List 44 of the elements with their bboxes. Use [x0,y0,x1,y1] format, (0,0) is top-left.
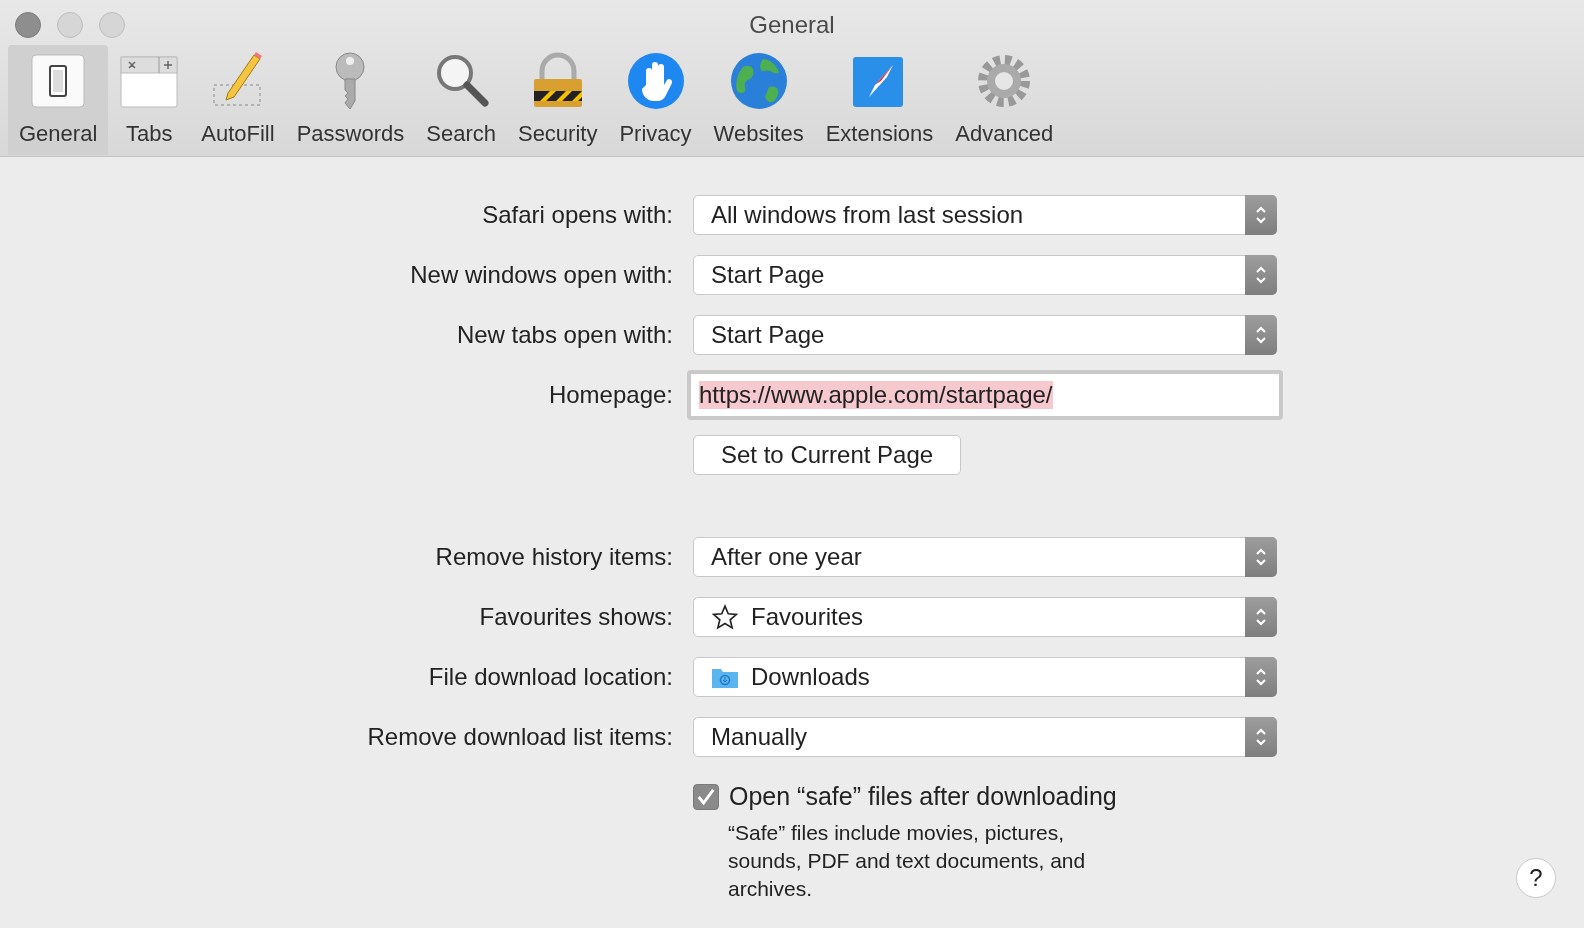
toolbar-tab[interactable]: Security [506,45,609,155]
toolbar-tab[interactable]: Advanced [944,45,1065,155]
toolbar-tab[interactable]: Extensions [814,45,945,155]
setting-label: New tabs open with: [455,321,673,349]
chevron-icon [1245,597,1277,637]
toolbar-tab[interactable]: Privacy [608,45,703,155]
setting-label: Homepage: [547,381,673,409]
popup-menu[interactable]: After one year [693,537,1277,577]
toolbar-tab[interactable]: AutoFill [190,45,286,155]
setting-label: Favourites shows: [478,603,673,631]
star-icon [711,604,739,630]
setting-label: Remove download list items: [366,723,673,751]
help-text: “Safe” files include movies, pictures, sounds, PDF and text documents, and archives. [728,820,1087,902]
chevron-icon [1245,195,1277,235]
set-current-page-button[interactable]: Set to Current Page [693,435,962,475]
globe-icon [728,51,789,111]
close-button[interactable] [15,12,41,38]
popup-menu[interactable]: Manually [693,717,1277,757]
setting-label: New windows open with: [409,261,673,289]
popup-menu[interactable]: All windows from last session [693,195,1277,235]
chevron-icon [1245,255,1277,295]
chevron-icon [1245,717,1277,757]
popup-menu[interactable]: Favourites [693,597,1277,637]
chevron-icon [1245,315,1277,355]
chevron-icon [1245,537,1277,577]
help-button[interactable]: ? [1516,858,1556,898]
popup-menu[interactable]: Downloads [693,657,1277,697]
popup-menu[interactable]: Start Page [693,255,1277,295]
toolbar-tab[interactable]: General [8,45,109,155]
url-text: https://www.apple.com/startpage/ [699,381,1053,409]
checkbox[interactable] [693,783,719,810]
setting-label: File download location: [427,663,673,691]
toolbar-tab[interactable]: Websites [702,45,815,155]
hand-icon [625,51,686,111]
toolbar-tab[interactable]: Tabs [108,45,191,155]
checkbox-label: Open “safe” files after downloading [729,782,1117,811]
window-title: General [749,10,835,40]
setting-label: Safari opens with: [481,201,673,229]
setting-label: Remove history items: [434,543,673,571]
chevron-icon [1245,657,1277,697]
homepage-field[interactable]: https://www.apple.com/startpage/ [687,370,1283,420]
toolbar-tab[interactable]: Passwords [285,45,416,155]
popup-menu[interactable]: Start Page [693,315,1277,355]
toolbar-tab[interactable]: Search [415,45,507,155]
